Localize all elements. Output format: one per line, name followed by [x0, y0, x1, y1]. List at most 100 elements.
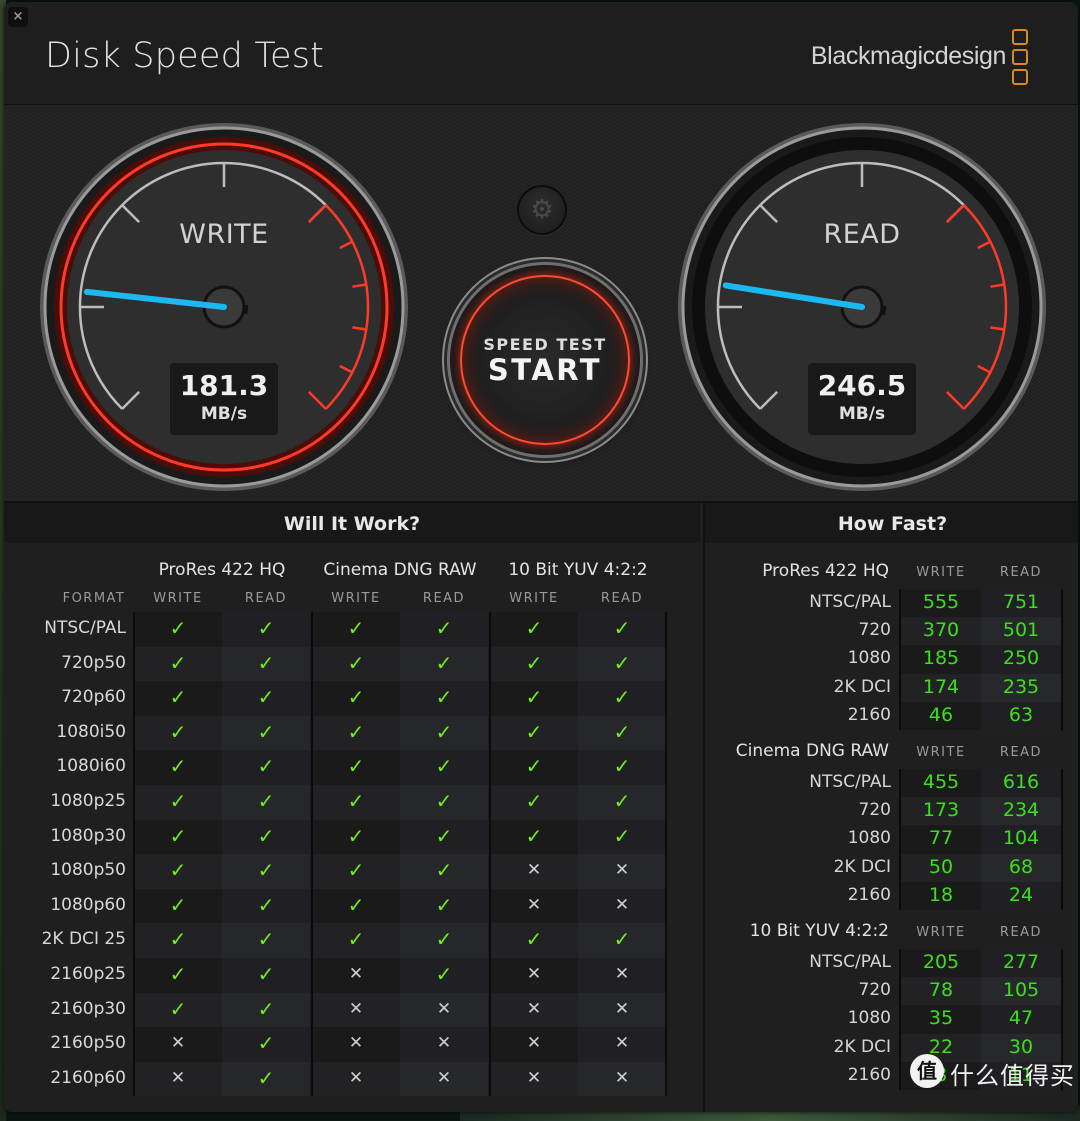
check-icon: ✓ [347, 823, 365, 848]
check-icon: ✓ [169, 892, 187, 917]
read-speed-unit: MB/s [838, 404, 886, 424]
check-icon: ✓ [525, 754, 543, 779]
subcolumn-header: WRITE [509, 591, 559, 606]
format-row-label: 1080i50 [56, 721, 126, 742]
read-readout: 246.5 MB/s [808, 363, 916, 435]
gear-icon: ⚙ [530, 195, 554, 225]
how-fast-title: How Fast? [705, 503, 1078, 543]
blackmagic-logo-icon [1012, 29, 1032, 87]
write-speed-fps: 370 [922, 619, 960, 642]
read-gauge-dial [678, 123, 1046, 491]
read-speed-fps: 250 [1002, 647, 1040, 670]
cross-icon: ✕ [170, 1033, 186, 1054]
cross-icon: ✕ [526, 894, 542, 915]
write-speed-fps: 173 [922, 799, 960, 822]
how-fast-format-label: 720 [858, 620, 891, 641]
check-icon: ✓ [257, 685, 275, 710]
format-row-label: 2160p30 [50, 998, 126, 1019]
subcolumn-header: READ [600, 591, 644, 606]
cross-icon: ✕ [348, 1033, 364, 1054]
check-icon: ✓ [257, 962, 275, 986]
how-fast-read-header: READ [999, 745, 1043, 760]
write-speed-value: 181.3 [179, 369, 269, 402]
write-readout: 181.3 MB/s [170, 363, 278, 435]
read-speed-fps: 68 [1008, 855, 1034, 878]
cross-icon: ✕ [614, 998, 630, 1019]
check-icon: ✓ [435, 754, 453, 779]
read-speed-fps: 616 [1002, 771, 1040, 793]
check-icon: ✓ [435, 962, 453, 986]
write-speed-fps: 205 [922, 951, 960, 973]
close-icon[interactable]: × [8, 7, 28, 27]
subcolumn-header: READ [422, 591, 466, 606]
format-row-label: 1080i60 [56, 756, 126, 777]
write-speed-fps: 18 [928, 883, 954, 906]
write-speed-fps: 455 [922, 771, 960, 793]
how-fast-format-label: 720 [858, 800, 891, 821]
check-icon: ✓ [257, 650, 275, 675]
write-speed-fps: 77 [928, 827, 954, 850]
check-icon: ✓ [435, 858, 453, 883]
read-speed-fps: 47 [1008, 1007, 1034, 1030]
how-fast-codec-header: 10 Bit YUV 4:2:2 [749, 921, 889, 941]
check-icon: ✓ [435, 823, 453, 848]
how-fast-format-label: 1080 [847, 828, 891, 849]
read-speed-fps: 30 [1008, 1035, 1034, 1058]
column-separator [899, 589, 901, 730]
cross-icon: ✕ [348, 1067, 364, 1088]
check-icon: ✓ [525, 719, 543, 744]
check-icon: ✓ [257, 858, 275, 883]
check-icon: ✓ [257, 996, 275, 1021]
read-gauge: READ 246.5 MB/s [676, 121, 1048, 493]
how-fast-format-label: 1080 [847, 648, 891, 669]
how-fast-write-header: WRITE [916, 745, 966, 760]
how-fast-format-label: 2160 [847, 1064, 891, 1085]
check-icon: ✓ [613, 927, 631, 952]
how-fast-write-header: WRITE [916, 565, 966, 580]
column-separator [1061, 589, 1063, 730]
read-speed-fps: 105 [1002, 979, 1040, 1002]
cross-icon: ✕ [614, 1033, 630, 1054]
cross-icon: ✕ [614, 894, 630, 915]
how-fast-format-label: 2160 [847, 884, 891, 905]
read-gauge-label: READ [823, 219, 901, 250]
check-icon: ✓ [347, 892, 365, 917]
subcolumn-header: WRITE [153, 591, 203, 606]
gauge-area: WRITE 181.3 MB/s ⚙ SPEED TEST START READ… [4, 105, 1078, 503]
check-icon: ✓ [613, 823, 631, 848]
check-icon: ✓ [613, 685, 631, 710]
check-icon: ✓ [347, 858, 365, 883]
format-row-label: 2K DCI 25 [41, 929, 126, 950]
format-column-header: FORMAT [62, 591, 126, 606]
check-icon: ✓ [169, 754, 187, 779]
check-icon: ✓ [169, 858, 187, 883]
write-gauge: WRITE 181.3 MB/s [38, 121, 410, 493]
check-icon: ✓ [613, 789, 631, 813]
cross-icon: ✕ [348, 998, 364, 1019]
format-row-label: NTSC/PAL [44, 618, 126, 638]
check-icon: ✓ [525, 789, 543, 813]
check-icon: ✓ [347, 719, 365, 744]
how-fast-codec-header: ProRes 422 HQ [762, 561, 889, 581]
settings-button[interactable]: ⚙ [517, 185, 567, 235]
check-icon: ✓ [257, 823, 275, 848]
write-gauge-label: WRITE [179, 219, 269, 250]
codec-header: Cinema DNG RAW [323, 560, 477, 580]
check-icon: ✓ [613, 719, 631, 744]
start-button[interactable]: SPEED TEST START [450, 265, 640, 455]
write-speed-fps: 185 [922, 647, 960, 670]
cross-icon: ✕ [614, 1067, 630, 1088]
check-icon: ✓ [257, 1031, 275, 1056]
disk-speed-test-window: × Disk Speed Test Blackmagicdesign WRITE… [4, 2, 1078, 1112]
check-icon: ✓ [347, 616, 365, 640]
how-fast-panel: How Fast? ProRes 422 HQ WRITE READ NTSC/PAL… [703, 503, 1078, 1112]
write-speed-fps: 46 [928, 703, 954, 726]
write-speed-fps: 78 [928, 979, 954, 1002]
check-icon: ✓ [435, 789, 453, 813]
write-speed-fps: 35 [928, 1007, 954, 1030]
cross-icon: ✕ [170, 1067, 186, 1088]
how-fast-format-label: 1080 [847, 1008, 891, 1029]
check-icon: ✓ [525, 823, 543, 848]
app-title: Disk Speed Test [45, 36, 325, 76]
title-bar: × Disk Speed Test Blackmagicdesign [4, 2, 1078, 105]
